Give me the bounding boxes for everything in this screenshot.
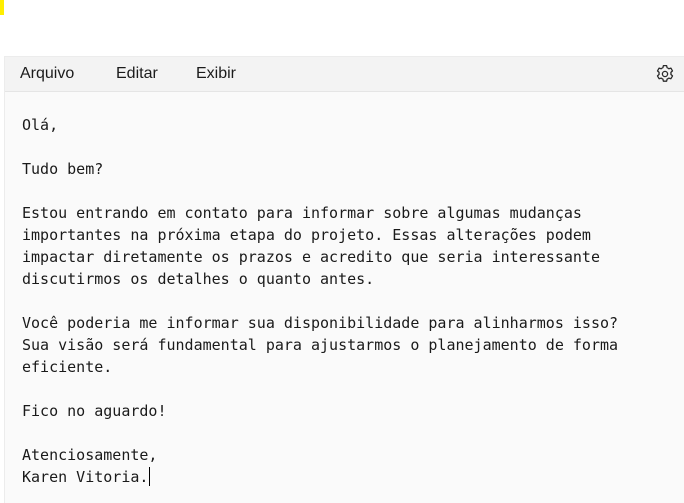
document-line bbox=[22, 136, 684, 158]
highlight-marker bbox=[0, 0, 4, 15]
menu-file[interactable]: Arquivo bbox=[16, 57, 78, 91]
text-cursor bbox=[149, 467, 151, 486]
menu-edit[interactable]: Editar bbox=[112, 57, 162, 91]
document-line: Tudo bem? bbox=[22, 160, 104, 178]
document-line: Fico no aguardo! bbox=[22, 402, 167, 420]
document-line: impactar diretamente os prazos e acredit… bbox=[22, 248, 600, 266]
menu-bar: Arquivo Editar Exibir bbox=[5, 57, 684, 92]
document-line: importantes na próxima etapa do projeto.… bbox=[22, 226, 591, 244]
document-line bbox=[22, 378, 684, 400]
document-line bbox=[22, 422, 684, 444]
document-line bbox=[22, 180, 684, 202]
menu-view[interactable]: Exibir bbox=[192, 57, 240, 91]
document-line bbox=[22, 290, 684, 312]
document-line: Estou entrando em contato para informar … bbox=[22, 204, 582, 222]
document-line: Olá, bbox=[22, 116, 59, 134]
text-editor-area[interactable]: Olá, Tudo bem? Estou entrando em contato p… bbox=[5, 92, 684, 503]
gear-icon-svg bbox=[656, 64, 674, 82]
document-line: Karen Vitoria. bbox=[22, 467, 151, 486]
gear-icon[interactable] bbox=[654, 63, 676, 85]
document-line: Sua visão será fundamental para ajustarm… bbox=[22, 336, 619, 354]
document-line: Você poderia me informar sua disponibili… bbox=[22, 314, 619, 332]
document-line: eficiente. bbox=[22, 358, 113, 376]
document-line: Atenciosamente, bbox=[22, 446, 158, 464]
notepad-window: Arquivo Editar Exibir Olá, Tudo bem? Estou… bbox=[4, 56, 684, 503]
document-line: discutirmos os detalhes o quanto antes. bbox=[22, 270, 375, 288]
document-text[interactable]: Olá, Tudo bem? Estou entrando em contato p… bbox=[22, 114, 684, 488]
